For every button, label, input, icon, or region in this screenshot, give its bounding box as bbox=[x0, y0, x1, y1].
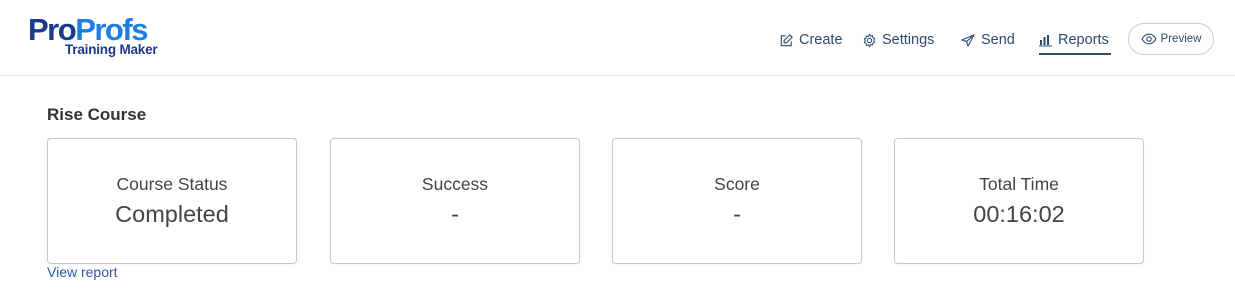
stat-card-label: Success bbox=[421, 174, 489, 194]
logo-subtitle: Training Maker bbox=[65, 42, 158, 57]
stat-card-score: Score - bbox=[612, 138, 862, 264]
nav-send-label: Send bbox=[981, 32, 1015, 48]
active-tab-underline bbox=[1039, 53, 1111, 55]
stat-card-label: Total Time bbox=[979, 174, 1059, 194]
gear-icon bbox=[863, 32, 876, 48]
preview-button-label: Preview bbox=[1160, 33, 1202, 45]
nav-settings[interactable]: Settings bbox=[862, 30, 934, 50]
stat-card-course-status: Course Status Completed bbox=[47, 138, 297, 264]
stat-card-value: - bbox=[733, 201, 741, 227]
eye-icon bbox=[1140, 33, 1157, 45]
stat-card-label: Course Status bbox=[116, 174, 228, 194]
send-icon bbox=[961, 33, 975, 47]
nav-create[interactable]: Create bbox=[779, 30, 843, 50]
stat-card-value: Completed bbox=[115, 201, 229, 227]
preview-button[interactable]: Preview bbox=[1128, 23, 1214, 55]
stat-card-value: 00:16:02 bbox=[973, 201, 1065, 227]
proprofs-logo[interactable]: ProProfs Training Maker bbox=[28, 14, 168, 62]
nav-create-label: Create bbox=[799, 32, 843, 48]
stat-card-success: Success - bbox=[330, 138, 580, 264]
nav-reports-label: Reports bbox=[1058, 32, 1109, 48]
nav-settings-label: Settings bbox=[882, 32, 935, 48]
nav-send[interactable]: Send bbox=[960, 30, 1015, 50]
nav-reports[interactable]: Reports bbox=[1039, 30, 1109, 50]
view-report-link[interactable]: View report bbox=[47, 264, 118, 280]
edit-icon bbox=[780, 33, 793, 46]
course-title: Rise Course bbox=[47, 105, 147, 124]
top-header: ProProfs Training Maker Create Settings … bbox=[0, 0, 1235, 76]
bar-chart-icon bbox=[1039, 35, 1052, 47]
stat-card-label: Score bbox=[714, 174, 760, 194]
stat-card-value: - bbox=[451, 201, 459, 227]
stat-card-total-time: Total Time 00:16:02 bbox=[894, 138, 1144, 264]
